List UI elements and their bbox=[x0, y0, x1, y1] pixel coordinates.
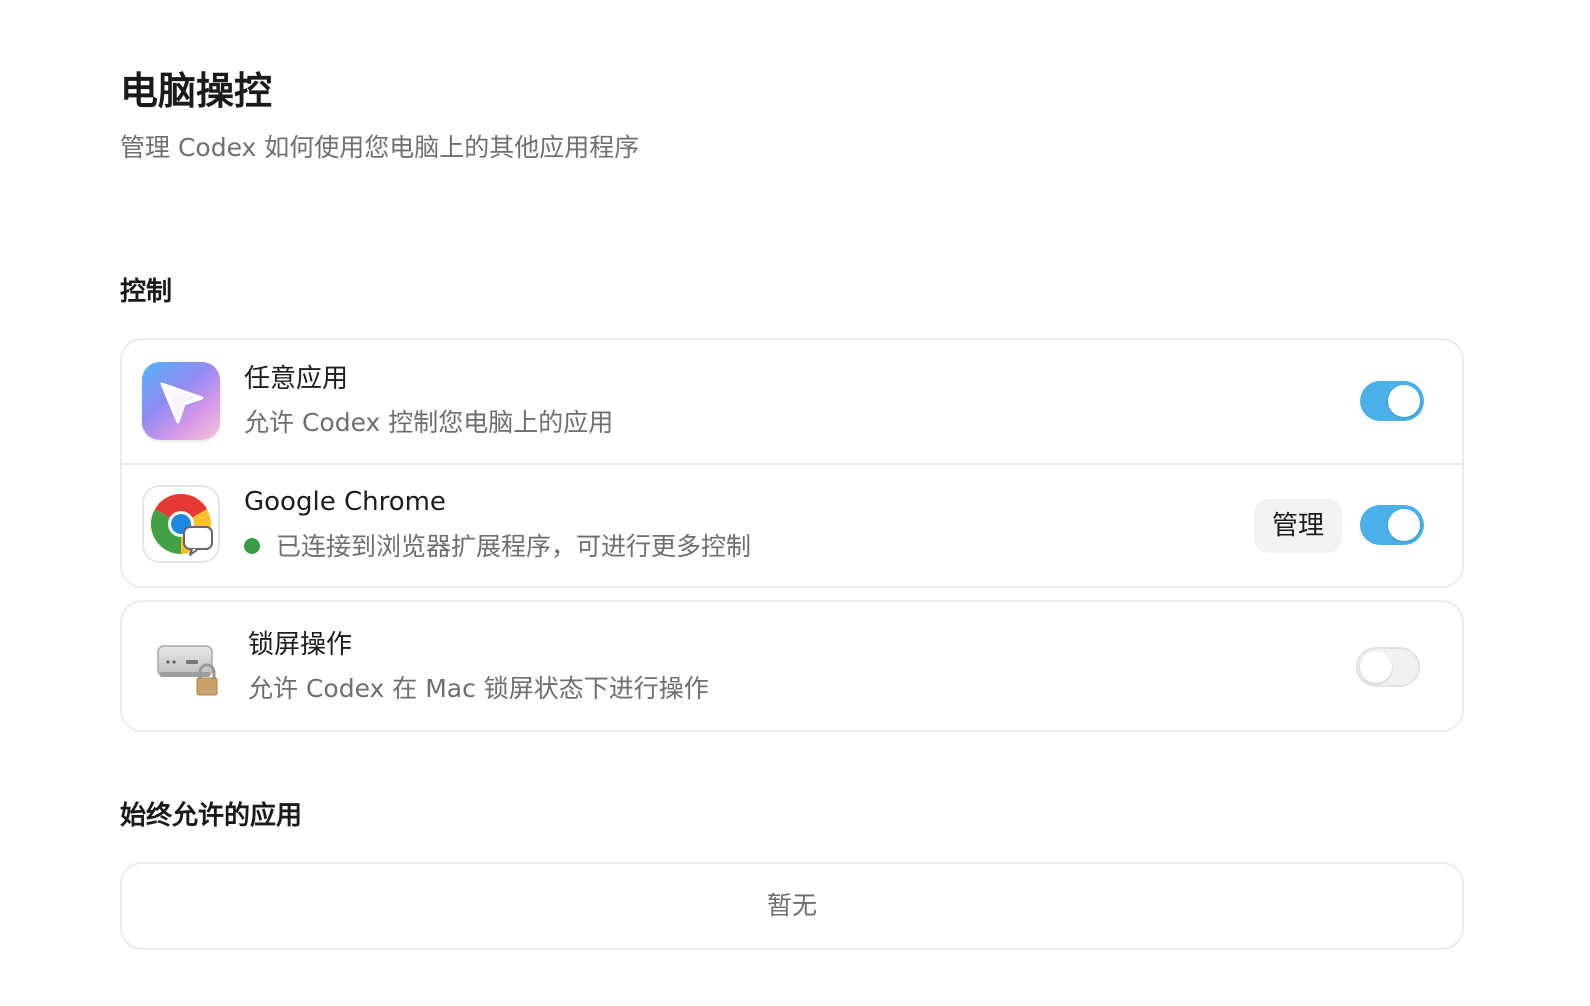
page-title: 电脑操控 bbox=[120, 69, 273, 113]
control-card: 任意应用 允许 Codex 控制您电脑上的应用 Google Chrome 已连… bbox=[120, 338, 1464, 588]
chrome-title: Google Chrome bbox=[244, 487, 446, 517]
any-app-description: 允许 Codex 控制您电脑上的应用 bbox=[244, 408, 614, 437]
mac-mini-lock-icon bbox=[148, 626, 226, 704]
toggle-knob bbox=[1388, 385, 1420, 417]
computer-control-settings: 电脑操控 管理 Codex 如何使用您电脑上的其他应用程序 控制 任意应用 允许… bbox=[120, 0, 1466, 1006]
lock-screen-description: 允许 Codex 在 Mac 锁屏状态下进行操作 bbox=[248, 674, 709, 703]
page-subtitle: 管理 Codex 如何使用您电脑上的其他应用程序 bbox=[120, 133, 640, 162]
manage-button[interactable]: 管理 bbox=[1254, 499, 1343, 553]
lock-screen-toggle[interactable] bbox=[1356, 647, 1420, 687]
connected-status-dot bbox=[244, 538, 260, 554]
empty-state-text: 暂无 bbox=[766, 891, 817, 920]
toggle-knob bbox=[1360, 651, 1392, 683]
toggle-knob bbox=[1388, 509, 1420, 541]
chrome-row: Google Chrome 已连接到浏览器扩展程序，可进行更多控制 管理 bbox=[122, 465, 1462, 586]
any-app-title: 任意应用 bbox=[244, 364, 349, 394]
lock-screen-title: 锁屏操作 bbox=[248, 630, 353, 660]
any-app-toggle[interactable] bbox=[1360, 381, 1424, 421]
chrome-status: 已连接到浏览器扩展程序，可进行更多控制 bbox=[244, 530, 751, 564]
chrome-toggle[interactable] bbox=[1360, 505, 1424, 545]
chrome-description: 已连接到浏览器扩展程序，可进行更多控制 bbox=[276, 532, 752, 561]
any-app-row: 任意应用 允许 Codex 控制您电脑上的应用 bbox=[122, 340, 1462, 463]
chrome-icon bbox=[142, 485, 220, 563]
cursor-arrow-app-icon bbox=[142, 362, 220, 440]
section-title-control: 控制 bbox=[120, 277, 173, 307]
section-title-always-allowed: 始终允许的应用 bbox=[120, 801, 303, 831]
always-allowed-card: 暂无 bbox=[120, 862, 1464, 950]
lock-screen-card: 锁屏操作 允许 Codex 在 Mac 锁屏状态下进行操作 bbox=[120, 600, 1464, 732]
